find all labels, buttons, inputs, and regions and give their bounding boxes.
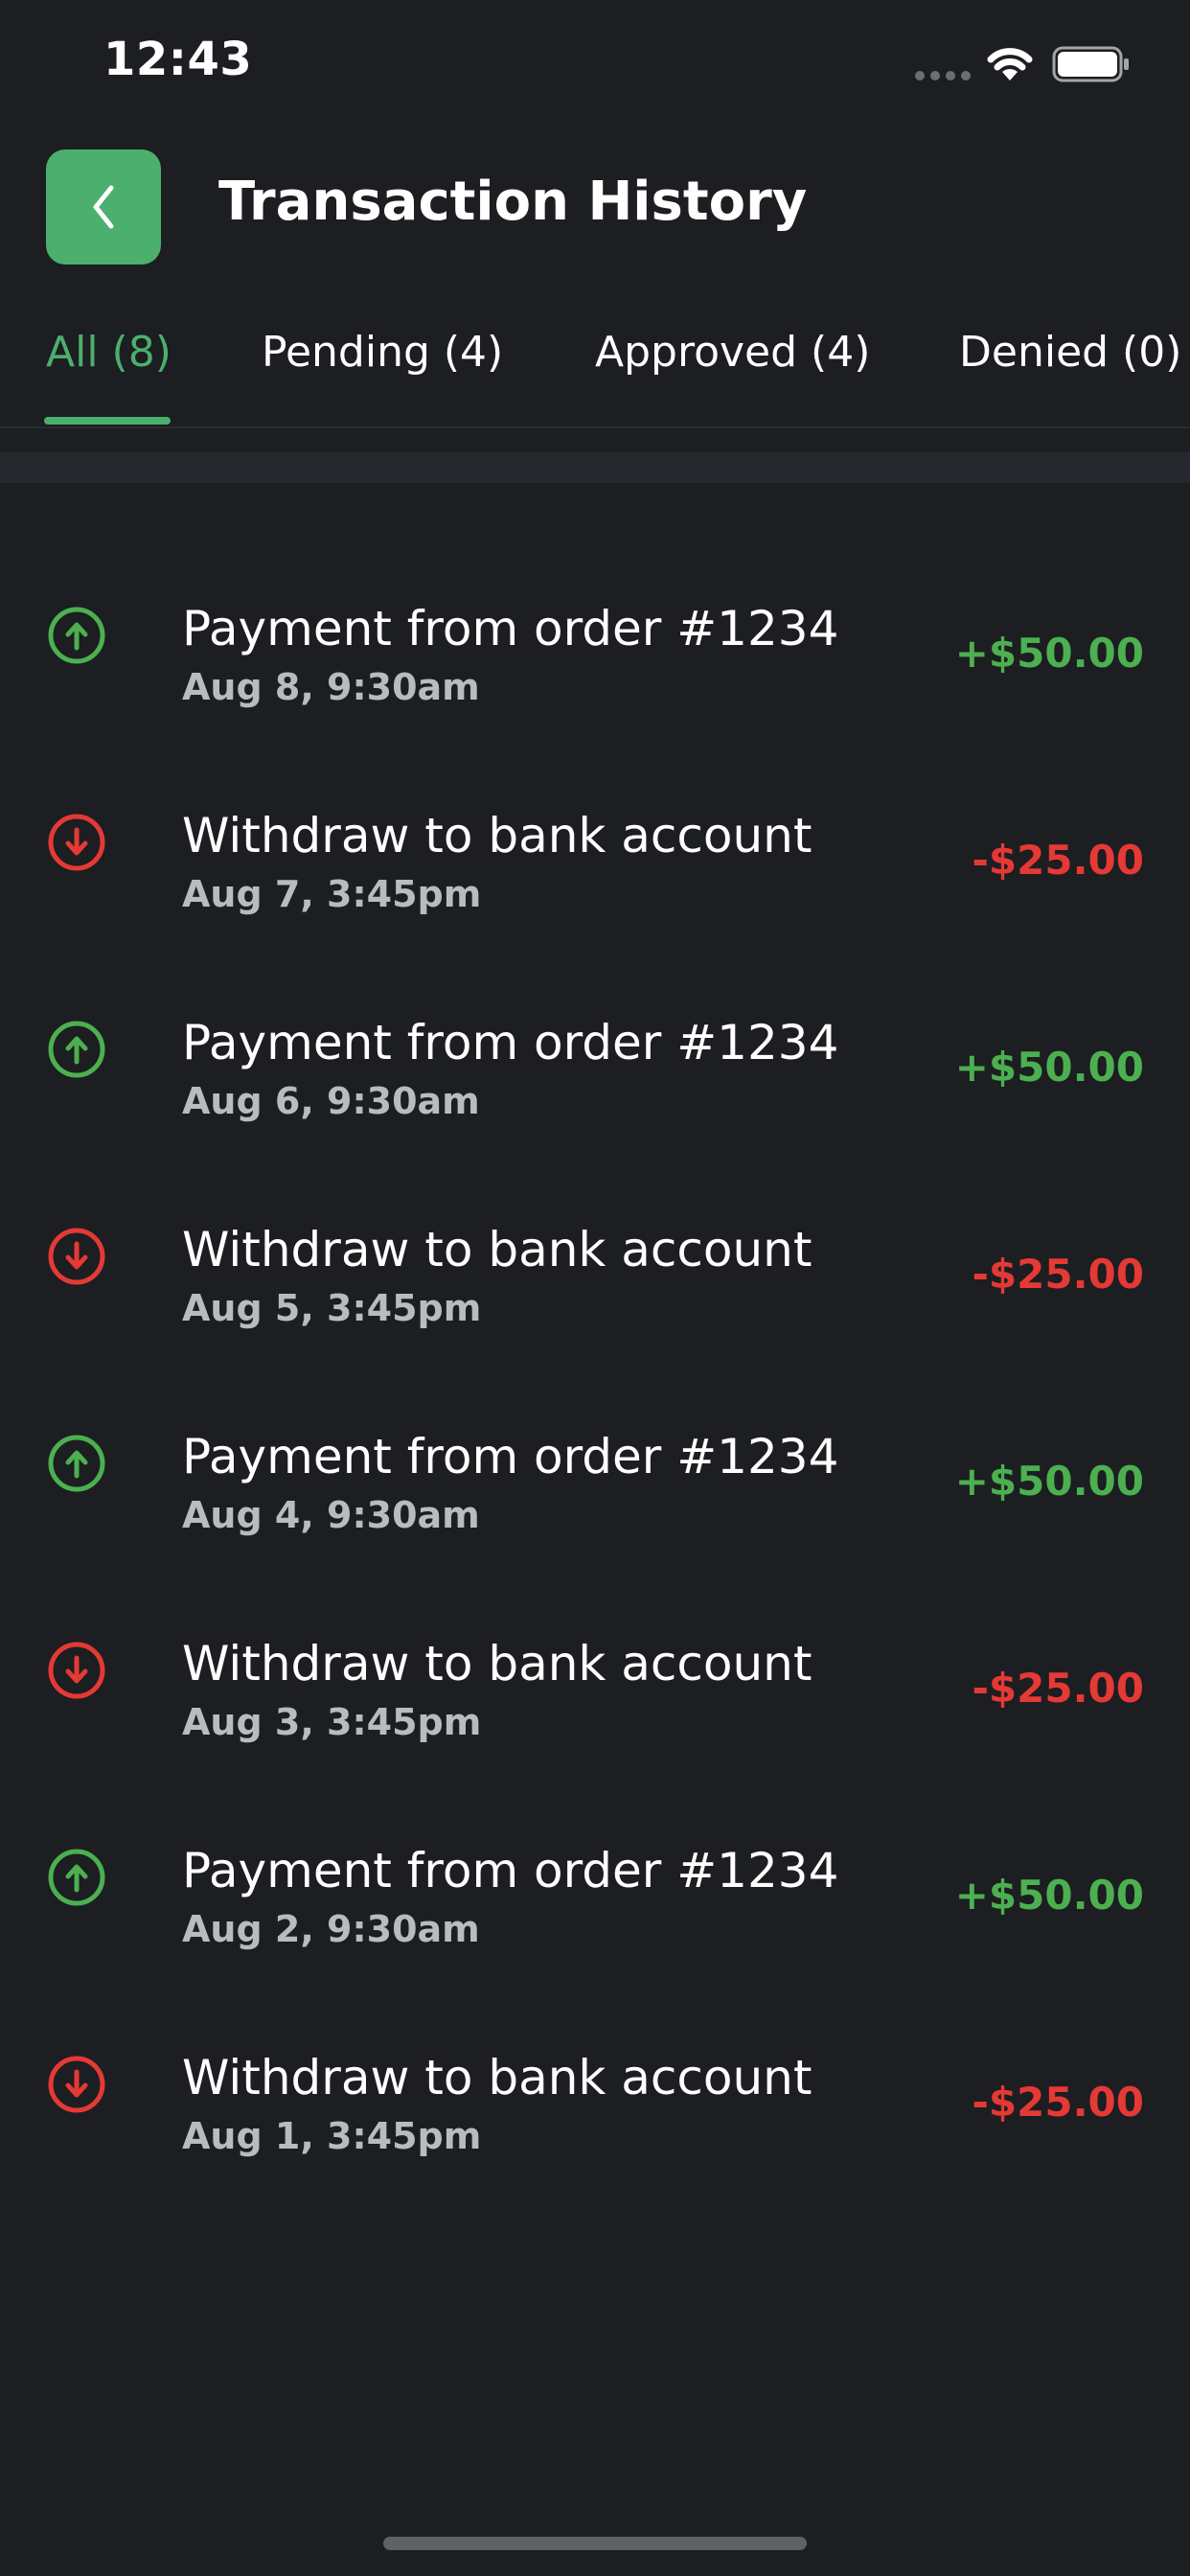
divider bbox=[0, 452, 1190, 483]
wifi-icon bbox=[987, 48, 1033, 80]
transaction-row[interactable]: Payment from order #1234 Aug 4, 9:30am +… bbox=[0, 1379, 1190, 1586]
transaction-date: Aug 3, 3:45pm bbox=[182, 1701, 482, 1743]
arrow-up-circle-icon bbox=[48, 1435, 105, 1492]
transaction-title: Withdraw to bank account bbox=[182, 808, 812, 863]
transaction-date: Aug 7, 3:45pm bbox=[182, 873, 482, 915]
status-time: 12:43 bbox=[103, 33, 253, 86]
page-title: Transaction History bbox=[218, 171, 808, 233]
transaction-list: Payment from order #1234 Aug 8, 9:30am +… bbox=[0, 551, 1190, 2207]
transaction-amount: +$50.00 bbox=[954, 1458, 1144, 1505]
transaction-amount: -$25.00 bbox=[972, 837, 1144, 884]
transaction-amount: +$50.00 bbox=[954, 1044, 1144, 1091]
transaction-amount: +$50.00 bbox=[954, 1872, 1144, 1919]
arrow-up-circle-icon bbox=[48, 607, 105, 664]
transaction-row[interactable]: Withdraw to bank account Aug 3, 3:45pm -… bbox=[0, 1586, 1190, 1793]
filter-tabs: All (8) Pending (4) Approved (4) Denied … bbox=[0, 316, 1190, 428]
tab-denied[interactable]: Denied (0) bbox=[959, 328, 1181, 377]
transaction-row[interactable]: Payment from order #1234 Aug 8, 9:30am +… bbox=[0, 551, 1190, 758]
active-tab-indicator bbox=[44, 417, 171, 425]
transaction-date: Aug 2, 9:30am bbox=[182, 1908, 480, 1950]
transaction-title: Withdraw to bank account bbox=[182, 1636, 812, 1691]
transaction-title: Payment from order #1234 bbox=[182, 1429, 839, 1484]
transaction-title: Withdraw to bank account bbox=[182, 1222, 812, 1277]
battery-icon bbox=[1052, 46, 1129, 82]
tab-all[interactable]: All (8) bbox=[46, 328, 172, 377]
transaction-date: Aug 5, 3:45pm bbox=[182, 1287, 482, 1329]
tab-approved[interactable]: Approved (4) bbox=[595, 328, 870, 377]
transaction-amount: -$25.00 bbox=[972, 1665, 1144, 1712]
arrow-down-circle-icon bbox=[48, 2056, 105, 2113]
transaction-row[interactable]: Payment from order #1234 Aug 6, 9:30am +… bbox=[0, 965, 1190, 1172]
transaction-amount: -$25.00 bbox=[972, 2079, 1144, 2126]
arrow-down-circle-icon bbox=[48, 1228, 105, 1285]
home-indicator[interactable] bbox=[383, 2537, 807, 2550]
transaction-title: Payment from order #1234 bbox=[182, 601, 839, 656]
transaction-title: Payment from order #1234 bbox=[182, 1843, 839, 1898]
arrow-down-circle-icon bbox=[48, 814, 105, 871]
chevron-left-icon bbox=[93, 185, 114, 229]
transaction-row[interactable]: Withdraw to bank account Aug 5, 3:45pm -… bbox=[0, 1172, 1190, 1379]
tab-pending[interactable]: Pending (4) bbox=[262, 328, 503, 377]
transaction-amount: +$50.00 bbox=[954, 630, 1144, 677]
transaction-row[interactable]: Payment from order #1234 Aug 2, 9:30am +… bbox=[0, 1793, 1190, 2000]
transaction-title: Withdraw to bank account bbox=[182, 2050, 812, 2105]
signal-dots-icon bbox=[915, 71, 971, 80]
transaction-date: Aug 6, 9:30am bbox=[182, 1080, 480, 1122]
transaction-date: Aug 1, 3:45pm bbox=[182, 2115, 482, 2157]
transaction-date: Aug 4, 9:30am bbox=[182, 1494, 480, 1536]
transaction-row[interactable]: Withdraw to bank account Aug 7, 3:45pm -… bbox=[0, 758, 1190, 965]
arrow-up-circle-icon bbox=[48, 1021, 105, 1078]
transaction-date: Aug 8, 9:30am bbox=[182, 666, 480, 708]
transaction-row[interactable]: Withdraw to bank account Aug 1, 3:45pm -… bbox=[0, 2000, 1190, 2207]
status-bar: 12:43 bbox=[0, 0, 1190, 134]
transaction-title: Payment from order #1234 bbox=[182, 1015, 839, 1070]
back-button[interactable] bbox=[46, 150, 161, 264]
transaction-amount: -$25.00 bbox=[972, 1251, 1144, 1298]
arrow-up-circle-icon bbox=[48, 1849, 105, 1906]
arrow-down-circle-icon bbox=[48, 1642, 105, 1699]
